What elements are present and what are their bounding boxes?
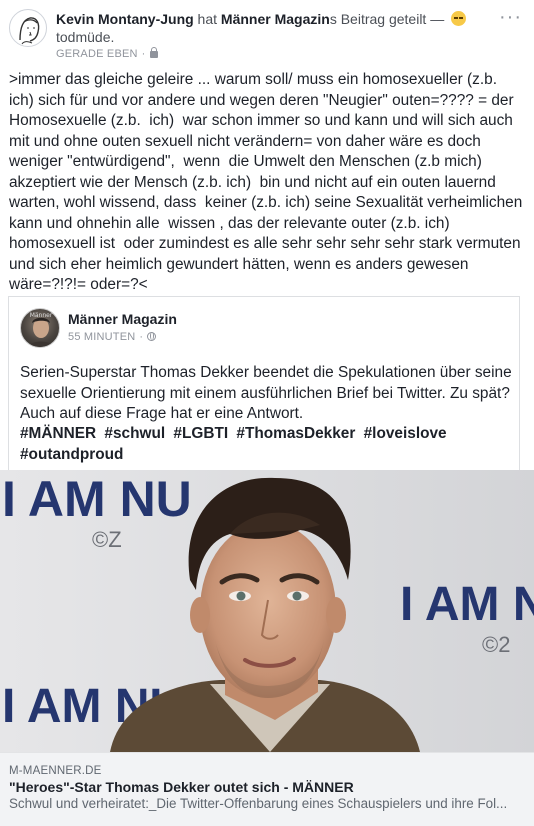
sleepy-face-emoji-icon (451, 11, 467, 26)
hashtag[interactable]: #schwul (104, 425, 165, 442)
header-connector: hat (193, 11, 221, 27)
portrait-photo: I AM NU ©Z I AM NUI ©2 I AM NU (0, 470, 534, 752)
shared-post-text: Serien-Superstar Thomas Dekker beendet d… (20, 364, 512, 422)
backdrop-small-right: ©2 (482, 632, 510, 657)
header-suffix: s Beitrag geteilt — (329, 11, 449, 27)
more-options-button[interactable]: ··· (499, 6, 522, 29)
hashtag-list: #MÄNNER #schwul #LGBTI #ThomasDekker #lo… (20, 424, 516, 465)
shared-page-link[interactable]: Männer Magazin (221, 11, 330, 27)
link-description: Schwul und verheiratet:_Die Twitter-Offe… (9, 796, 508, 811)
backdrop-text-right: I AM NUI (400, 578, 534, 631)
shared-meta: 55 MINUTEN · (68, 331, 157, 343)
sketch-portrait-icon (19, 17, 40, 45)
author-avatar[interactable] (9, 9, 47, 47)
page-avatar-image: Männer (28, 312, 54, 347)
link-domain: M-MAENNER.DE (9, 765, 102, 777)
hashtag[interactable]: #MÄNNER (20, 425, 96, 442)
hashtag[interactable]: #loveislove (364, 425, 447, 442)
lock-icon[interactable] (149, 47, 158, 58)
link-preview-caption[interactable]: M-MAENNER.DE "Heroes"-Star Thomas Dekker… (0, 752, 534, 826)
post-meta: GERADE EBEN · (56, 47, 158, 60)
link-preview-image[interactable]: I AM NU ©Z I AM NUI ©2 I AM NU (0, 470, 534, 752)
link-title[interactable]: "Heroes"-Star Thomas Dekker outet sich -… (9, 779, 354, 795)
shared-page-name[interactable]: Männer Magazin (68, 311, 177, 327)
hashtag[interactable]: #LGBTI (173, 425, 228, 442)
facebook-post: Kevin Montany-Jung hat Männer Magazins B… (0, 0, 534, 826)
backdrop-text-top: I AM NU (2, 471, 192, 527)
author-name[interactable]: Kevin Montany-Jung (56, 11, 194, 27)
post-timestamp[interactable]: GERADE EBEN (56, 48, 138, 60)
page-avatar[interactable]: Männer (20, 308, 60, 348)
hashtag[interactable]: #ThomasDekker (236, 425, 355, 442)
shared-timestamp[interactable]: 55 MINUTEN (68, 331, 135, 343)
backdrop-small-top: ©Z (92, 527, 122, 552)
hashtag[interactable]: #outandproud (20, 446, 123, 463)
post-body-text: >immer das gleiche geleire ... warum sol… (9, 71, 527, 293)
page-avatar-logo-text: Männer (30, 312, 53, 319)
globe-icon (147, 332, 157, 341)
post-header: Kevin Montany-Jung hat Männer Magazins B… (56, 10, 486, 46)
shared-post-card[interactable]: Männer Männer Magazin 55 MINUTEN · Serien… (8, 296, 520, 471)
mood-text: todmüde. (56, 29, 115, 45)
